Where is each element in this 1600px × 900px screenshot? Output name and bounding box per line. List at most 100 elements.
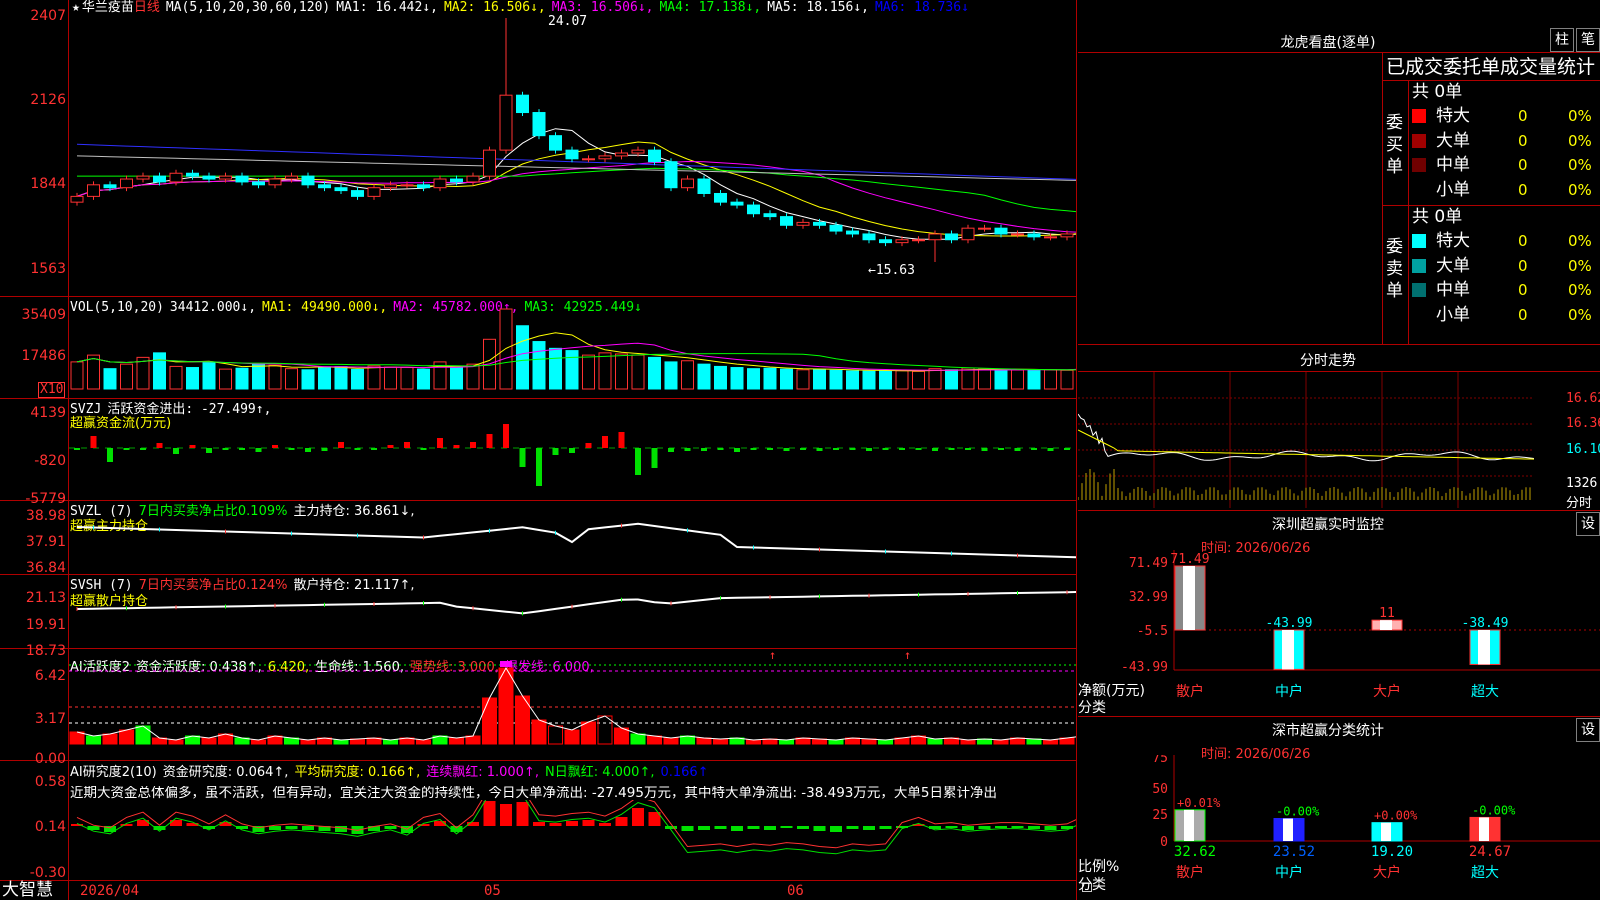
candle-body <box>334 187 348 192</box>
activity-bar <box>498 667 514 745</box>
ma30-line <box>77 167 1076 213</box>
szcy-chart[interactable]: 71.49 32.99 -5.5 -43.99 71.49 散户 -43.99 中户 11 大户 -… <box>1078 550 1600 715</box>
svzl-chart[interactable] <box>69 501 1076 574</box>
flow-bar <box>734 448 740 452</box>
activity-bar <box>581 721 596 745</box>
flow-bar <box>701 448 707 451</box>
activity-bar <box>746 739 761 745</box>
activity-bar <box>201 737 217 745</box>
svzl-axis-label: 36.84 <box>25 560 66 576</box>
lhb-subtitle: 已成交委托单成交量统计 <box>1386 56 1596 78</box>
sscf-settings-button[interactable]: 设 <box>1576 718 1600 742</box>
activity-bar <box>696 737 712 745</box>
ai-research-axis-label: 0.58 <box>34 774 66 790</box>
flow-bar <box>255 448 262 452</box>
sscf-bar-value: 24.67 <box>1469 844 1511 860</box>
svzj-axis-label: -5779 <box>25 491 66 507</box>
volume-bar <box>169 365 183 390</box>
szcy-bar-value: -38.49 <box>1462 616 1509 631</box>
research-bar <box>417 824 430 826</box>
research-line-green <box>76 800 1076 855</box>
szcy-bar-value: -43.99 <box>1266 616 1313 631</box>
volume-bar <box>664 361 678 390</box>
activity-bar <box>135 725 151 745</box>
svzj-chart[interactable] <box>69 399 1076 500</box>
volume-chart[interactable] <box>69 297 1076 398</box>
candle-body <box>697 178 711 194</box>
sell-row-count: 0 <box>1518 256 1528 275</box>
svzl-axis-label: 37.91 <box>25 534 66 550</box>
ai-active-chart[interactable]: ↑ ↑ <box>69 649 1076 760</box>
fenshi-axis-label: 16.36 <box>1566 416 1600 431</box>
ai-research-chart[interactable] <box>69 800 1076 880</box>
candle-body <box>285 175 298 180</box>
brand-label[interactable]: 大智慧 <box>2 881 53 900</box>
flow-bar <box>800 448 806 450</box>
buy-row: 大单 0 0% <box>1412 129 1600 153</box>
sell-color-swatch <box>1412 307 1426 322</box>
sscf-category-label: 超大 <box>1471 865 1499 881</box>
ai-research-t5: 0.166↑ <box>660 765 709 780</box>
flow-bar <box>552 448 559 455</box>
flow-bar <box>635 448 641 475</box>
flow-bar <box>833 448 839 450</box>
sscf-change-label: -0.00% <box>1276 805 1320 819</box>
research-bar <box>285 826 298 829</box>
main-chart-area[interactable]: ★ 华兰疫苗日线 MA(5,10,20,30,60,120) MA1: 16.442↓… <box>0 0 1092 900</box>
volume-bar <box>532 341 546 390</box>
ai-research-t1: 资金研究度: 0.064↑, <box>162 765 289 780</box>
sell-row-name: 中单 <box>1436 280 1470 300</box>
candle-body <box>219 175 232 180</box>
activity-bar <box>251 739 266 745</box>
candle-body <box>565 149 579 160</box>
volume-bar <box>648 356 661 390</box>
svsh-chart[interactable] <box>69 575 1076 648</box>
bar-mode-button[interactable]: 柱 <box>1550 28 1574 52</box>
ai-research-header: AI研究度2(10) 资金研究度: 0.064↑, 平均研究度: 0.166↑, 连续… <box>70 765 715 780</box>
date-label: 05 <box>484 883 501 899</box>
candle-body <box>136 175 150 180</box>
research-bar <box>681 826 694 831</box>
candle-body <box>994 227 1008 235</box>
szcy-bar-highlight <box>1478 630 1490 665</box>
svzl-axis-label: 38.98 <box>25 508 66 524</box>
sscf-bar-value: 32.62 <box>1174 844 1216 860</box>
research-bar <box>797 826 809 829</box>
activity-line <box>76 666 1076 741</box>
activity-bar <box>531 719 547 745</box>
flow-bar <box>107 448 113 462</box>
activity-bar <box>482 697 497 745</box>
volume-bar <box>103 368 117 390</box>
research-bar <box>599 823 611 826</box>
price-axis-label: 2126 <box>30 92 66 108</box>
research-bar <box>995 826 1007 828</box>
research-bar <box>813 826 826 831</box>
volume-bar <box>598 352 612 390</box>
intraday-chart[interactable] <box>1078 372 1534 508</box>
flow-bar <box>140 448 146 450</box>
research-bar <box>566 821 578 826</box>
flow-bar <box>1014 448 1021 451</box>
date-label: 2026/04 <box>80 883 140 899</box>
sscf-change-label: -0.00% <box>1472 803 1516 817</box>
volume-bar <box>730 367 744 390</box>
sscf-chart[interactable]: 75 50 25 0 +0.01% 32.62 散户 -0.00% 23.52 中户 +0.00% 1… <box>1078 755 1600 900</box>
price-chart[interactable] <box>69 0 1076 296</box>
svsh-axis-label: 21.13 <box>25 590 66 606</box>
buy-row: 中单 0 0% <box>1412 153 1600 177</box>
flow-bar <box>305 448 311 452</box>
activity-bar <box>614 727 629 745</box>
volume-bar <box>928 368 942 390</box>
volume-bar <box>763 367 777 390</box>
research-bar <box>747 826 760 829</box>
flow-bar <box>503 424 509 448</box>
candle-body <box>351 190 364 197</box>
volume-bar <box>912 370 925 390</box>
volume-bar <box>829 369 843 390</box>
szcy-axis-label: 32.99 <box>1129 590 1168 605</box>
candle-body <box>268 178 282 186</box>
tick-mode-button[interactable]: 笔 <box>1576 28 1600 52</box>
activity-bar <box>86 735 101 745</box>
research-bar <box>549 823 562 826</box>
szcy-settings-button[interactable]: 设 <box>1576 512 1600 536</box>
